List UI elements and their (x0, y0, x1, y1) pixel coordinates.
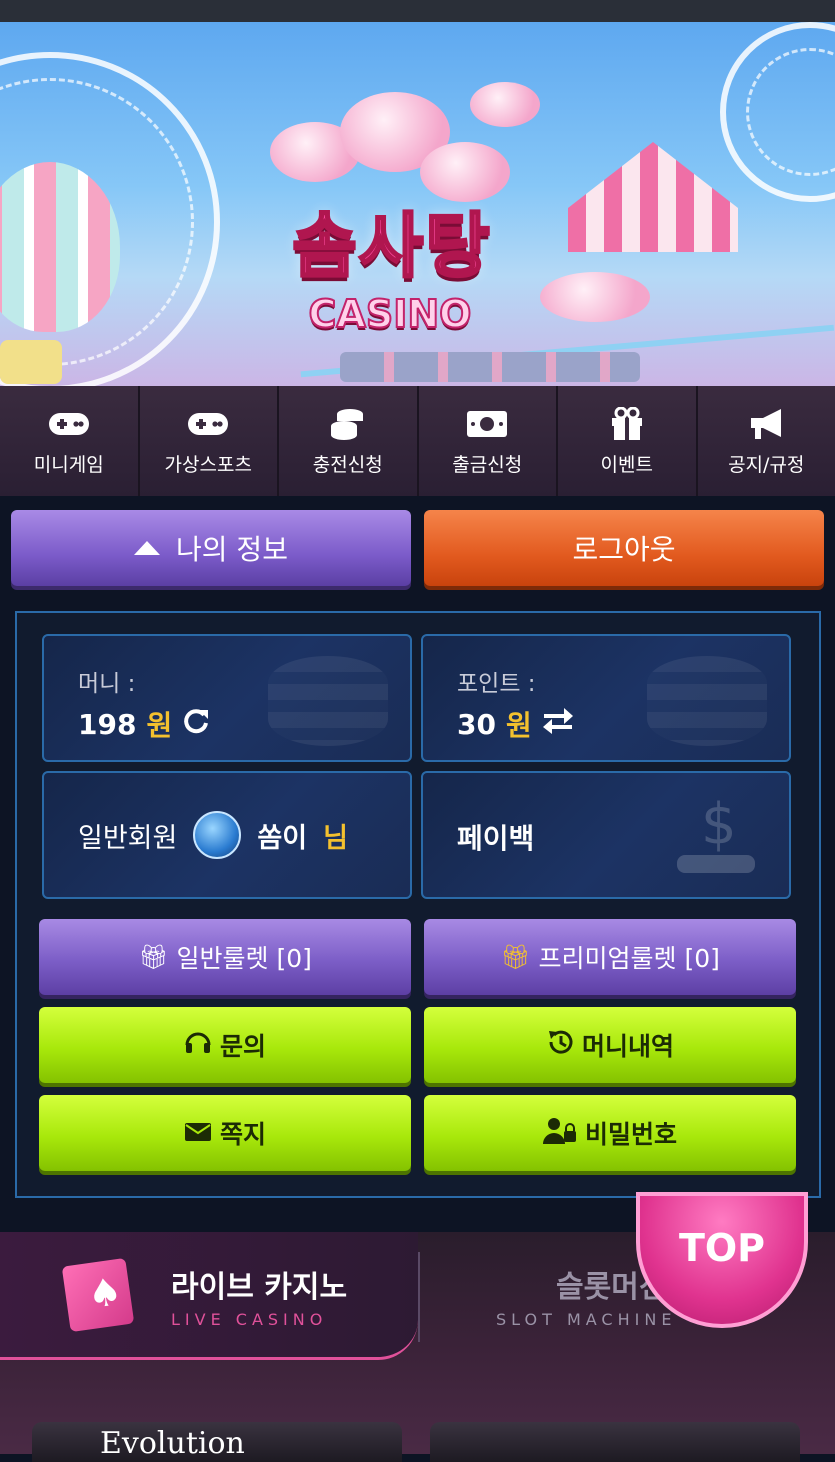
money-value-row: 198 원 (78, 704, 210, 744)
nav-label: 가상스포츠 (165, 450, 252, 477)
point-value-row: 30 원 (457, 704, 574, 744)
nav-label: 충전신청 (313, 450, 383, 477)
nav-item-minigame[interactable]: 미니게임 (0, 386, 140, 496)
my-info-button[interactable]: 나의 정보 (11, 510, 411, 586)
tab-divider (418, 1252, 420, 1342)
gift-icon (605, 406, 649, 442)
user-lock-icon (543, 1116, 577, 1150)
slot-machine-subtitle: SLOT MACHINE (496, 1310, 676, 1329)
money-bill-icon (465, 406, 509, 442)
roulette-normal-button[interactable]: 🎁︎ 일반룰렛 [0] (39, 919, 411, 995)
live-casino-title: 라이브 카지노 (171, 1262, 347, 1306)
point-value: 30 (457, 708, 496, 741)
roulette-premium-button[interactable]: 🎁︎ 프리미엄룰렛 [0] (424, 919, 796, 995)
member-card: 일반회원 쏨이 님 (42, 771, 412, 899)
point-unit: 원 (506, 704, 532, 744)
exchange-icon[interactable] (542, 708, 574, 741)
roulette-premium-label: 프리미엄룰렛 [0] (539, 939, 720, 975)
honorific: 님 (323, 816, 348, 855)
envelope-icon (184, 1119, 212, 1148)
roulette-normal-label: 일반룰렛 [0] (177, 939, 312, 975)
money-unit: 원 (146, 704, 172, 744)
balloon-basket (0, 340, 62, 384)
cloud (470, 82, 540, 127)
money-history-label: 머니내역 (582, 1027, 674, 1063)
nav-item-notice[interactable]: 공지/규정 (698, 386, 835, 496)
megaphone-icon (744, 406, 788, 442)
coins-icon (326, 406, 370, 442)
ferris-wheel-right (720, 22, 835, 202)
cloud (540, 272, 650, 322)
password-label: 비밀번호 (585, 1115, 677, 1151)
money-label: 머니 : (78, 664, 135, 698)
caret-up-icon (134, 541, 160, 555)
playing-cards-icon (62, 1258, 135, 1332)
money-history-button[interactable]: 머니내역 (424, 1007, 796, 1083)
gift-icon: 🎁︎ (500, 943, 530, 971)
message-button[interactable]: 쪽지 (39, 1095, 411, 1171)
inquiry-label: 문의 (220, 1027, 266, 1063)
logout-button[interactable]: 로그아웃 (424, 510, 824, 586)
payback-label: 페이백 (457, 817, 534, 857)
nav-item-deposit[interactable]: 충전신청 (279, 386, 419, 496)
coins-deco-icon (268, 656, 388, 746)
my-info-label: 나의 정보 (176, 528, 288, 568)
password-button[interactable]: 비밀번호 (424, 1095, 796, 1171)
live-casino-subtitle: LIVE CASINO (171, 1310, 327, 1329)
refresh-icon[interactable] (182, 707, 210, 742)
evolution-logo: Evolution (100, 1426, 245, 1461)
svg-text:$: $ (701, 793, 737, 857)
point-card: 포인트 : 30 원 (421, 634, 791, 762)
message-label: 쪽지 (220, 1115, 266, 1151)
money-card: 머니 : 198 원 (42, 634, 412, 762)
gamepad-icon (47, 406, 91, 442)
site-logo-sub: CASINO (300, 292, 480, 336)
gift-icon: 🎁︎ (138, 943, 168, 971)
inquiry-button[interactable]: 문의 (39, 1007, 411, 1083)
circus-tent (568, 142, 738, 252)
member-grade: 일반회원 (78, 816, 177, 855)
nav-item-virtual-sports[interactable]: 가상스포츠 (140, 386, 280, 496)
tab-live-casino[interactable]: 라이브 카지노 LIVE CASINO (0, 1232, 418, 1360)
history-icon (546, 1028, 574, 1062)
site-logo[interactable]: 솜사탕 (252, 190, 532, 291)
member-row: 일반회원 쏨이 님 (78, 811, 348, 859)
grade-badge-icon (193, 811, 241, 859)
game-card[interactable] (430, 1422, 800, 1462)
money-value: 198 (78, 708, 136, 741)
headset-icon (184, 1029, 212, 1061)
top-label: TOP (640, 1226, 804, 1270)
train (340, 352, 640, 382)
coins-deco-icon (647, 656, 767, 746)
payback-card[interactable]: 페이백 $ (421, 771, 791, 899)
status-bar (0, 0, 835, 22)
nav-item-withdraw[interactable]: 출금신청 (419, 386, 559, 496)
main-nav: 미니게임 가상스포츠 충전신청 출금신청 이벤트 공지/규정 (0, 386, 835, 496)
nav-label: 출금신청 (452, 450, 522, 477)
point-label: 포인트 : (457, 664, 536, 698)
nav-label: 이벤트 (601, 450, 653, 477)
hero-banner: 솜사탕 CASINO (0, 22, 835, 386)
logout-label: 로그아웃 (572, 528, 675, 568)
gamepad-icon (186, 406, 230, 442)
nav-item-event[interactable]: 이벤트 (558, 386, 698, 496)
nav-label: 미니게임 (34, 450, 104, 477)
dollar-hand-icon: $ (671, 793, 761, 887)
nickname: 쏨이 (257, 816, 307, 855)
nav-label: 공지/규정 (728, 450, 804, 477)
